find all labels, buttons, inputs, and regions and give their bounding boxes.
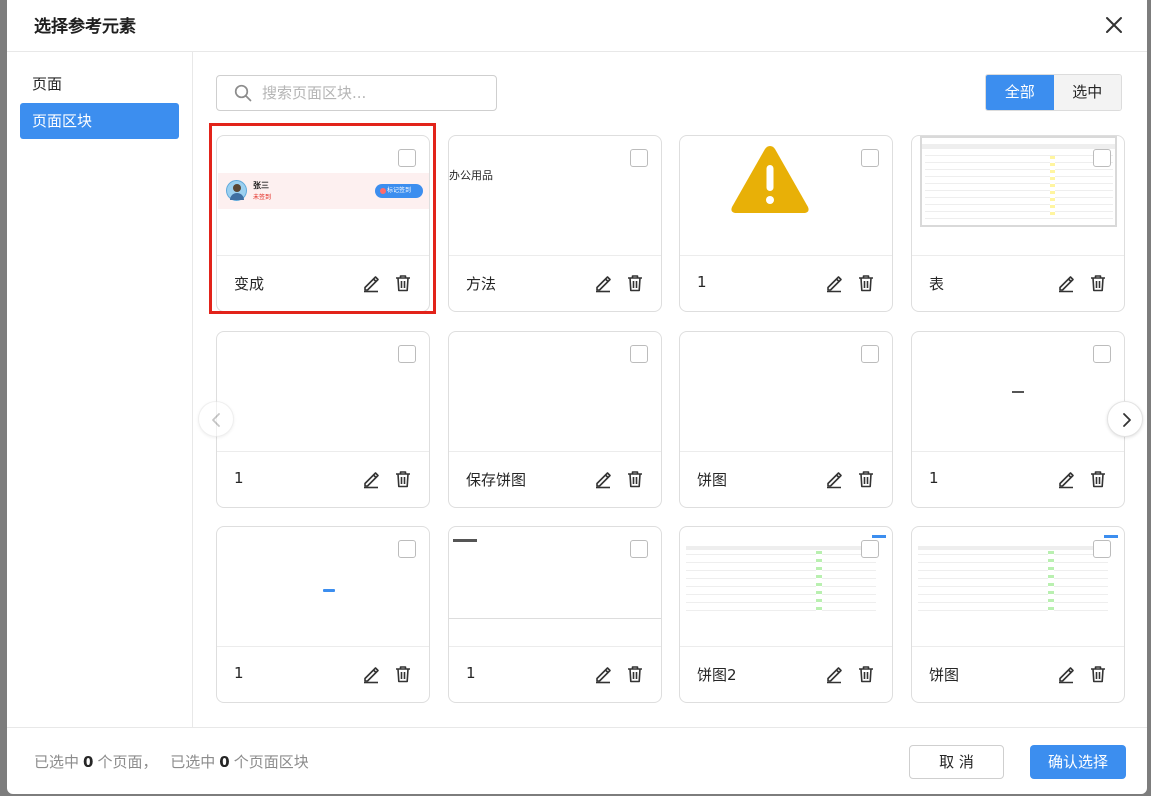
filter-toggle: 全部 选中 bbox=[985, 74, 1122, 111]
card-label: 1 bbox=[234, 664, 244, 682]
dialog-header: 选择参考元素 bbox=[7, 0, 1147, 52]
block-card[interactable]: 办公用品 方法 bbox=[448, 135, 662, 312]
card-label: 1 bbox=[466, 664, 476, 682]
card-label: 表 bbox=[929, 275, 945, 293]
block-card[interactable]: 1 bbox=[216, 331, 430, 508]
prev-page-button[interactable] bbox=[198, 401, 234, 437]
edit-icon[interactable] bbox=[361, 469, 381, 489]
edit-icon[interactable] bbox=[1056, 273, 1076, 293]
card-footer: 饼图 bbox=[912, 646, 1124, 702]
card-checkbox[interactable] bbox=[398, 540, 416, 558]
close-icon[interactable] bbox=[1101, 12, 1127, 38]
card-checkbox[interactable] bbox=[861, 540, 879, 558]
card-footer: 1 bbox=[217, 646, 429, 702]
card-footer: 1 bbox=[680, 255, 892, 311]
sidebar: 页面 页面区块 bbox=[7, 52, 193, 727]
select-reference-dialog: 选择参考元素 页面 页面区块 全部 选中 张三 未签到 标记签到 bbox=[7, 0, 1147, 794]
card-label: 饼图2 bbox=[697, 666, 737, 684]
trash-icon[interactable] bbox=[1088, 273, 1108, 293]
block-card[interactable]: 1 bbox=[679, 135, 893, 312]
trash-icon[interactable] bbox=[625, 664, 645, 684]
card-checkbox[interactable] bbox=[861, 345, 879, 363]
card-footer: 表 bbox=[912, 255, 1124, 311]
trash-icon[interactable] bbox=[625, 273, 645, 293]
next-page-button[interactable] bbox=[1107, 401, 1143, 437]
card-footer: 饼图2 bbox=[680, 646, 892, 702]
trash-icon[interactable] bbox=[856, 273, 876, 293]
dialog-title: 选择参考元素 bbox=[34, 17, 136, 37]
preview-tiny-title bbox=[453, 539, 477, 542]
trash-icon[interactable] bbox=[393, 664, 413, 684]
warning-icon bbox=[731, 146, 809, 213]
block-card[interactable]: 1 bbox=[911, 331, 1125, 508]
trash-icon[interactable] bbox=[1088, 664, 1108, 684]
search-input[interactable] bbox=[262, 82, 487, 104]
card-checkbox[interactable] bbox=[630, 540, 648, 558]
edit-icon[interactable] bbox=[824, 273, 844, 293]
dialog-footer: 已选中 0 个页面， 已选中 0 个页面区块 取 消 确认选择 bbox=[7, 727, 1147, 794]
edit-icon[interactable] bbox=[824, 664, 844, 684]
filter-all-button[interactable]: 全部 bbox=[986, 75, 1054, 110]
table-preview bbox=[918, 531, 1118, 619]
trash-icon[interactable] bbox=[393, 469, 413, 489]
cancel-button[interactable]: 取 消 bbox=[909, 745, 1004, 779]
card-checkbox[interactable] bbox=[1093, 345, 1111, 363]
blocks-count: 0 bbox=[219, 753, 230, 771]
block-card[interactable]: 饼图 bbox=[911, 526, 1125, 703]
edit-icon[interactable] bbox=[361, 664, 381, 684]
card-checkbox[interactable] bbox=[1093, 540, 1111, 558]
trash-icon[interactable] bbox=[625, 469, 645, 489]
edit-icon[interactable] bbox=[824, 469, 844, 489]
card-footer: 1 bbox=[217, 451, 429, 507]
card-label: 方法 bbox=[466, 275, 497, 293]
filter-selected-button[interactable]: 选中 bbox=[1053, 75, 1121, 110]
chevron-left-icon bbox=[212, 413, 220, 427]
card-footer: 保存饼图 bbox=[449, 451, 661, 507]
card-label: 1 bbox=[234, 469, 244, 487]
block-card[interactable]: 饼图 bbox=[679, 331, 893, 508]
edit-icon[interactable] bbox=[593, 273, 613, 293]
card-checkbox[interactable] bbox=[630, 149, 648, 167]
edit-icon[interactable] bbox=[1056, 664, 1076, 684]
card-footer: 1 bbox=[912, 451, 1124, 507]
selection-status: 已选中 0 个页面， 已选中 0 个页面区块 bbox=[34, 753, 309, 771]
card-checkbox[interactable] bbox=[1093, 149, 1111, 167]
edit-icon[interactable] bbox=[1056, 469, 1076, 489]
trash-icon[interactable] bbox=[856, 664, 876, 684]
pages-count: 0 bbox=[83, 753, 94, 771]
chevron-right-icon bbox=[1123, 413, 1131, 427]
selection-highlight bbox=[209, 123, 436, 314]
card-label: 饼图 bbox=[697, 471, 728, 489]
card-label: 饼图 bbox=[929, 666, 960, 684]
block-card[interactable]: 保存饼图 bbox=[448, 331, 662, 508]
preview-tiny-button bbox=[323, 589, 335, 592]
card-label: 1 bbox=[697, 273, 707, 291]
sidebar-item-page-blocks[interactable]: 页面区块 bbox=[20, 103, 179, 139]
card-checkbox[interactable] bbox=[861, 149, 879, 167]
confirm-button[interactable]: 确认选择 bbox=[1030, 745, 1126, 779]
block-card[interactable]: 饼图2 bbox=[679, 526, 893, 703]
block-card[interactable]: 表 bbox=[911, 135, 1125, 312]
edit-icon[interactable] bbox=[593, 469, 613, 489]
edit-icon[interactable] bbox=[593, 664, 613, 684]
trash-icon[interactable] bbox=[856, 469, 876, 489]
preview-tiny-text bbox=[1012, 391, 1024, 393]
table-preview bbox=[686, 531, 886, 619]
card-label: 1 bbox=[929, 469, 939, 487]
search-icon bbox=[234, 84, 252, 102]
card-label: 保存饼图 bbox=[466, 471, 527, 489]
card-checkbox[interactable] bbox=[398, 345, 416, 363]
search-box[interactable] bbox=[216, 75, 497, 111]
sidebar-item-pages[interactable]: 页面 bbox=[20, 66, 179, 102]
trash-icon[interactable] bbox=[1088, 469, 1108, 489]
card-checkbox[interactable] bbox=[630, 345, 648, 363]
block-card[interactable]: 1 bbox=[216, 526, 430, 703]
table-preview bbox=[920, 136, 1117, 227]
preview-text: 办公用品 bbox=[449, 169, 493, 182]
block-card[interactable]: 1 bbox=[448, 526, 662, 703]
card-footer: 1 bbox=[449, 646, 661, 702]
card-footer: 饼图 bbox=[680, 451, 892, 507]
card-footer: 方法 bbox=[449, 255, 661, 311]
